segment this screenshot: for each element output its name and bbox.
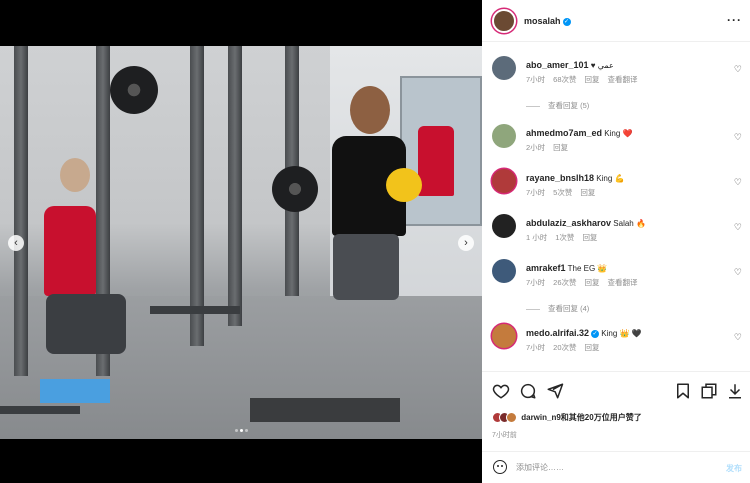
- commenter-avatar[interactable]: [492, 214, 516, 238]
- photo-blue-pad: [40, 379, 110, 403]
- comment-time: 7小时: [526, 343, 546, 352]
- comment-time: 7小时: [526, 278, 546, 287]
- comment-text: King 👑 🖤: [601, 329, 642, 338]
- photo-rack-base: [150, 306, 240, 314]
- comment-text: ♥ عمي: [590, 61, 614, 70]
- commenter-avatar[interactable]: [492, 124, 516, 148]
- carousel-dot[interactable]: [234, 429, 238, 432]
- comment-reply-button[interactable]: 回复: [553, 143, 568, 152]
- photo-player-shorts: [46, 294, 126, 354]
- commenter-username[interactable]: ahmedmo7am_ed: [526, 128, 602, 138]
- comment-likes[interactable]: 26次赞: [553, 278, 576, 287]
- carousel-next-button[interactable]: ›: [458, 235, 474, 251]
- photo-floor-mat: [250, 398, 400, 422]
- comment-like-icon[interactable]: ♡: [734, 332, 742, 343]
- likes-summary[interactable]: darwin_n9和其他20万位用户赞了: [492, 412, 742, 428]
- comment-input[interactable]: [516, 459, 696, 475]
- comment-likes[interactable]: 68次赞: [553, 75, 576, 84]
- bookmark-icon[interactable]: [674, 382, 692, 400]
- verified-icon: ✓: [591, 329, 600, 338]
- comment-translate-button[interactable]: 查看翻译: [608, 278, 638, 287]
- comment-text: King 💪: [596, 174, 625, 183]
- carousel-dots: [0, 425, 482, 434]
- photo-person-background: [418, 126, 454, 196]
- photo-player-head: [60, 158, 90, 192]
- author-username-text: mosalah: [524, 16, 561, 26]
- post-sidebar: mosalah ✓ ··· abo_amer_101 ♥ عمي 7小时 68次赞回…: [482, 0, 750, 483]
- comment-reply-button[interactable]: 回复: [585, 75, 600, 84]
- commenter-avatar[interactable]: [492, 324, 516, 348]
- comment-list: abo_amer_101 ♥ عمي 7小时 68次赞 回复 查看翻译 ♡ 查看回复 …: [482, 42, 750, 370]
- post-header: mosalah ✓ ···: [482, 0, 750, 42]
- post-comment-button[interactable]: 发布: [726, 463, 742, 474]
- commenter-username[interactable]: abo_amer_101: [526, 60, 589, 70]
- comment-icon[interactable]: [519, 382, 537, 400]
- replies-divider: [526, 308, 540, 310]
- download-icon[interactable]: [726, 382, 744, 400]
- comment-like-icon[interactable]: ♡: [734, 64, 742, 75]
- view-replies-label: 查看回复 (5): [548, 101, 590, 110]
- copy-icon[interactable]: [700, 382, 718, 400]
- comment-time: 7小时: [526, 75, 546, 84]
- photo-weight-plate: [110, 66, 158, 114]
- comment-reply-button[interactable]: 回复: [580, 188, 595, 197]
- comment-text: King ❤️: [604, 129, 633, 138]
- commenter-username[interactable]: amrakef1: [526, 263, 566, 273]
- comment-reply-button[interactable]: 回复: [585, 278, 600, 287]
- photo-player-standing-shorts: [333, 234, 399, 300]
- photo-ball: [386, 168, 422, 202]
- verified-icon: ✓: [562, 17, 571, 26]
- comment-likes[interactable]: 5次赞: [553, 188, 572, 197]
- replies-divider: [526, 105, 540, 107]
- send-icon[interactable]: [546, 382, 564, 400]
- view-replies-label: 查看回复 (4): [548, 304, 590, 313]
- commenter-username[interactable]: abdulaziz_askharov: [526, 218, 611, 228]
- comment-translate-button[interactable]: 查看翻译: [608, 75, 638, 84]
- comment-time: 7小时: [526, 188, 546, 197]
- commenter-username[interactable]: medo.alrifai.32: [526, 328, 589, 338]
- comment-reply-button[interactable]: 回复: [585, 343, 600, 352]
- commenter-username[interactable]: rayane_bnslh18: [526, 173, 594, 183]
- view-replies-button[interactable]: 查看回复 (5): [526, 100, 589, 111]
- comment-time: 1 小时: [526, 233, 548, 242]
- photo-player-standing-head: [350, 86, 390, 134]
- comment-like-icon[interactable]: ♡: [734, 267, 742, 278]
- author-username[interactable]: mosalah ✓: [524, 16, 571, 26]
- comment-likes[interactable]: 1次赞: [555, 233, 574, 242]
- likes-text: darwin_n9和其他20万位用户赞了: [521, 413, 642, 422]
- photo-player-kneeling: [44, 206, 96, 296]
- comment-time: 2小时: [526, 143, 546, 152]
- heart-icon[interactable]: [492, 382, 510, 400]
- commenter-avatar[interactable]: [492, 56, 516, 80]
- post-photo[interactable]: [0, 46, 482, 439]
- commenter-avatar[interactable]: [492, 169, 516, 193]
- comment-text: Salah 🔥: [613, 219, 646, 228]
- post-timestamp[interactable]: 7小时前: [492, 430, 517, 440]
- photo-rack: [228, 46, 242, 326]
- comment-like-icon[interactable]: ♡: [734, 132, 742, 143]
- carousel-prev-button[interactable]: ‹: [8, 235, 24, 251]
- carousel-dot[interactable]: [244, 429, 248, 432]
- comment-likes[interactable]: 20次赞: [553, 343, 576, 352]
- carousel-dot-active[interactable]: [239, 429, 243, 432]
- post-media: ‹ ›: [0, 0, 482, 483]
- photo-rack: [190, 46, 204, 346]
- comment-reply-button[interactable]: 回复: [582, 233, 597, 242]
- comment-like-icon[interactable]: ♡: [734, 222, 742, 233]
- commenter-avatar[interactable]: [492, 259, 516, 283]
- view-replies-button[interactable]: 查看回复 (4): [526, 303, 589, 314]
- comment-text: The EG 👑: [567, 264, 608, 273]
- liker-avatar: [506, 412, 517, 423]
- photo-weight-plate: [272, 166, 318, 212]
- photo-rack-base: [0, 406, 80, 414]
- comment-like-icon[interactable]: ♡: [734, 177, 742, 188]
- photo-rack: [14, 46, 28, 376]
- action-bar: [482, 371, 750, 407]
- more-horizontal-icon[interactable]: ···: [727, 13, 742, 27]
- emoji-icon[interactable]: [493, 460, 507, 474]
- add-comment-bar: 发布: [482, 451, 750, 483]
- instagram-post-viewer: ‹ › mosalah ✓ ··· abo_amer_101 ♥ عمي 7小时 6…: [0, 0, 750, 483]
- author-avatar[interactable]: [492, 9, 516, 33]
